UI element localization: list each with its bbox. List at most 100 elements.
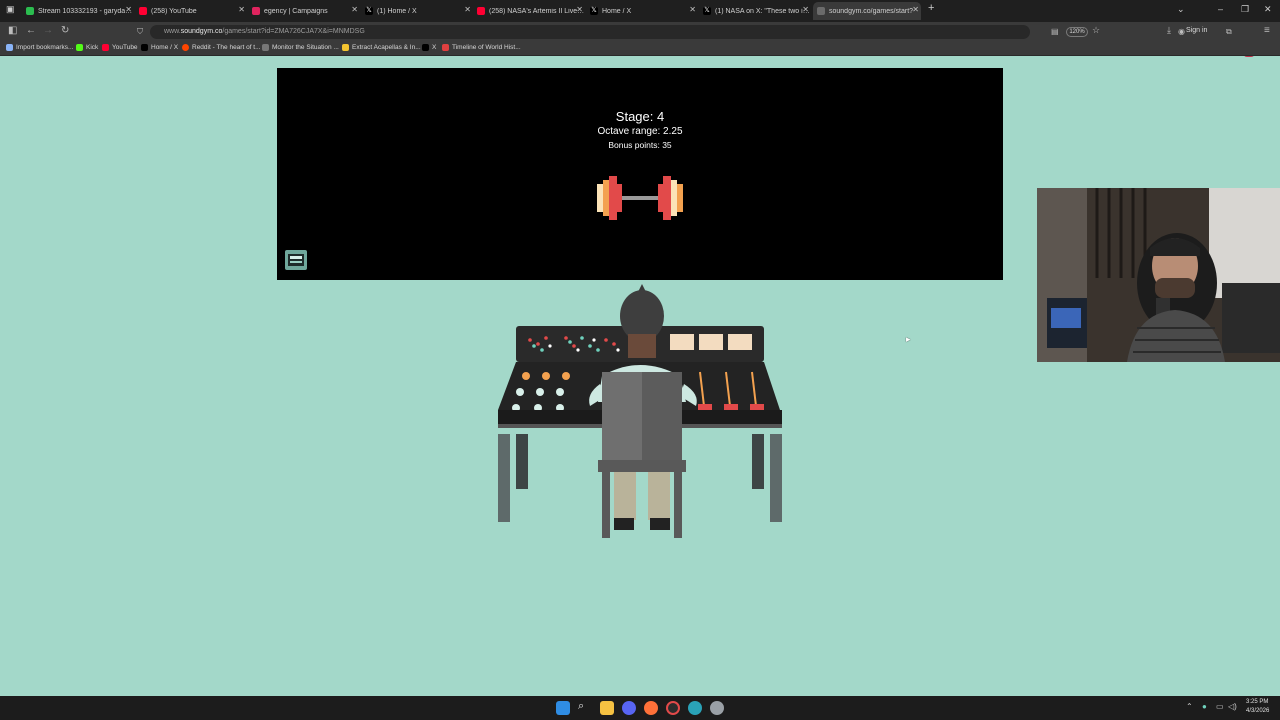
- webcam-overlay: [1037, 188, 1280, 362]
- close-icon[interactable]: ✕: [576, 5, 583, 14]
- tab-x-home-2[interactable]: 𝕏 Home / X ✕: [590, 2, 698, 20]
- tab-youtube[interactable]: (258) YouTube ✕: [139, 2, 247, 20]
- url-input[interactable]: www.soundgym.co/games/start?id=ZMA726CJA…: [150, 25, 1030, 39]
- url-host: soundgym.co: [180, 28, 223, 35]
- tab-soundgym[interactable]: soundgym.co/games/start? ✕: [813, 2, 921, 20]
- stats-icon: [26, 7, 34, 15]
- bookmark-kick[interactable]: Kick: [76, 44, 98, 51]
- sign-in-button[interactable]: Sign in: [1186, 27, 1207, 34]
- close-icon[interactable]: ✕: [689, 5, 696, 14]
- network-icon[interactable]: ▭: [1216, 702, 1224, 711]
- campaigns-icon: [252, 7, 260, 15]
- forward-arrow-icon[interactable]: →: [43, 25, 53, 36]
- browser-tab-bar: ▣ Stream 103332193 - garydavid ✕ (258) Y…: [0, 0, 1280, 22]
- bookmark-label: Home / X: [151, 44, 179, 51]
- menu-icon[interactable]: ≡: [1264, 25, 1270, 36]
- reload-icon[interactable]: ↻: [61, 25, 69, 36]
- file-explorer-icon[interactable]: [600, 701, 614, 715]
- x-icon: [422, 44, 429, 51]
- bookmarks-bar: Import bookmarks... Kick YouTube Home / …: [0, 42, 1280, 56]
- mic-icon[interactable]: ●: [1202, 702, 1207, 711]
- webcam-video: [1037, 188, 1280, 362]
- bookmark-star-icon[interactable]: ☆: [1092, 25, 1100, 36]
- close-icon[interactable]: ✕: [351, 5, 358, 14]
- extensions-icon[interactable]: ⧉: [1226, 27, 1232, 37]
- new-tab-plus-icon[interactable]: +: [928, 2, 934, 14]
- address-bar-row: ◧ ← → ↻ ⛉ www.soundgym.co/games/start?id…: [0, 22, 1280, 57]
- firefox-icon[interactable]: [644, 701, 658, 715]
- windows-start-icon[interactable]: [556, 701, 570, 715]
- download-icon[interactable]: ⤓: [1167, 25, 1171, 36]
- close-icon[interactable]: ✕: [464, 5, 471, 14]
- youtube-icon: [102, 44, 109, 51]
- url-prefix: www.: [164, 28, 181, 35]
- discord-icon[interactable]: [622, 701, 636, 715]
- chevron-down-icon[interactable]: ⌄: [1177, 4, 1185, 15]
- close-icon[interactable]: ✕: [238, 5, 245, 14]
- reddit-icon: [182, 44, 189, 51]
- bookmark-reddit[interactable]: Reddit - The heart of t...: [182, 44, 261, 51]
- volume-icon[interactable]: ◁): [1228, 702, 1237, 711]
- bookmark-timeline[interactable]: Timeline of World Hist...: [442, 44, 521, 51]
- reader-mode-icon[interactable]: ▤: [1051, 27, 1059, 36]
- tab-stream[interactable]: Stream 103332193 - garydavid ✕: [26, 2, 134, 20]
- tab-campaigns[interactable]: egency | Campaigns ✕: [252, 2, 360, 20]
- minimize-icon[interactable]: –: [1218, 4, 1223, 14]
- tab-label: Stream 103332193 - garydavid: [38, 7, 134, 15]
- dumbbell-icon: [597, 176, 683, 220]
- close-icon[interactable]: ✕: [802, 5, 809, 14]
- bonus-points: Bonus points: 35: [608, 140, 672, 150]
- bookmark-monitor[interactable]: Monitor the Situation ...: [262, 44, 339, 51]
- close-icon[interactable]: ✕: [912, 5, 919, 14]
- chrome-icon[interactable]: [666, 701, 680, 715]
- monitor-icon: [262, 44, 269, 51]
- bookmark-youtube[interactable]: YouTube: [102, 44, 138, 51]
- x-icon: 𝕏: [590, 7, 598, 15]
- game-panel: Stage: 4 Octave range: 2.25 Bonus points…: [277, 68, 1003, 280]
- tab-label: (1) NASA on X: "These two ima: [715, 7, 811, 15]
- import-icon: [6, 44, 13, 51]
- zoom-level[interactable]: 120%: [1066, 27, 1088, 37]
- tab-nasa-live[interactable]: (258) NASA's Artemis II Live Mi ✕: [477, 2, 585, 20]
- bookmark-label: YouTube: [112, 44, 138, 51]
- shield-icon[interactable]: ⛉: [137, 27, 143, 37]
- bookmark-x[interactable]: X: [422, 44, 436, 51]
- youtube-icon: [139, 7, 147, 15]
- close-window-icon[interactable]: ✕: [1264, 4, 1272, 15]
- clock-date[interactable]: 4/3/2026: [1246, 708, 1269, 714]
- tab-label: soundgym.co/games/start?: [829, 7, 914, 15]
- clock-time[interactable]: 3:25 PM: [1246, 699, 1268, 705]
- kick-icon: [76, 44, 83, 51]
- tab-label: Home / X: [602, 7, 632, 15]
- bookmark-label: Timeline of World Hist...: [452, 44, 521, 51]
- chevron-up-icon[interactable]: ⌃: [1186, 702, 1193, 711]
- sidebar-icon[interactable]: ◧: [8, 25, 17, 36]
- edge-icon[interactable]: [688, 701, 702, 715]
- tab-actions-icon[interactable]: ▣: [6, 4, 15, 15]
- bookmark-acapellas[interactable]: Extract Acapellas & In...: [342, 44, 421, 51]
- url-path: /games/start?id=ZMA726CJA7X&i=MNMDSG: [222, 28, 365, 35]
- settings-gear-icon[interactable]: [710, 701, 724, 715]
- bookmark-label: X: [432, 44, 437, 51]
- mouse-cursor-icon: ▸: [906, 334, 911, 344]
- bookmark-x-home[interactable]: Home / X: [141, 44, 178, 51]
- restore-icon[interactable]: ❐: [1241, 4, 1249, 15]
- tab-x-home[interactable]: 𝕏 (1) Home / X ✕: [365, 2, 473, 20]
- x-icon: 𝕏: [365, 7, 373, 15]
- tab-label: (258) NASA's Artemis II Live Mi: [489, 7, 585, 15]
- bookmark-import[interactable]: Import bookmarks...: [6, 44, 73, 51]
- tab-label: egency | Campaigns: [264, 7, 328, 15]
- back-arrow-icon[interactable]: ←: [26, 25, 36, 36]
- stage-title: Stage: 4: [615, 109, 665, 124]
- tab-nasa-x[interactable]: 𝕏 (1) NASA on X: "These two ima ✕: [703, 2, 811, 20]
- game-menu-icon[interactable]: [285, 250, 307, 270]
- os-taskbar: ⌕ ⌃ ● ▭ ◁) 3:25 PM 4/3/2026: [0, 696, 1280, 720]
- tab-label: (1) Home / X: [377, 7, 417, 15]
- timeline-icon: [442, 44, 449, 51]
- account-icon[interactable]: ◉: [1178, 27, 1185, 36]
- console-thumbnail-icon: [288, 254, 304, 266]
- speaker-icon: [817, 7, 825, 15]
- search-icon[interactable]: ⌕: [578, 700, 592, 714]
- close-icon[interactable]: ✕: [125, 5, 132, 14]
- studio-engineer-illustration: [498, 284, 782, 538]
